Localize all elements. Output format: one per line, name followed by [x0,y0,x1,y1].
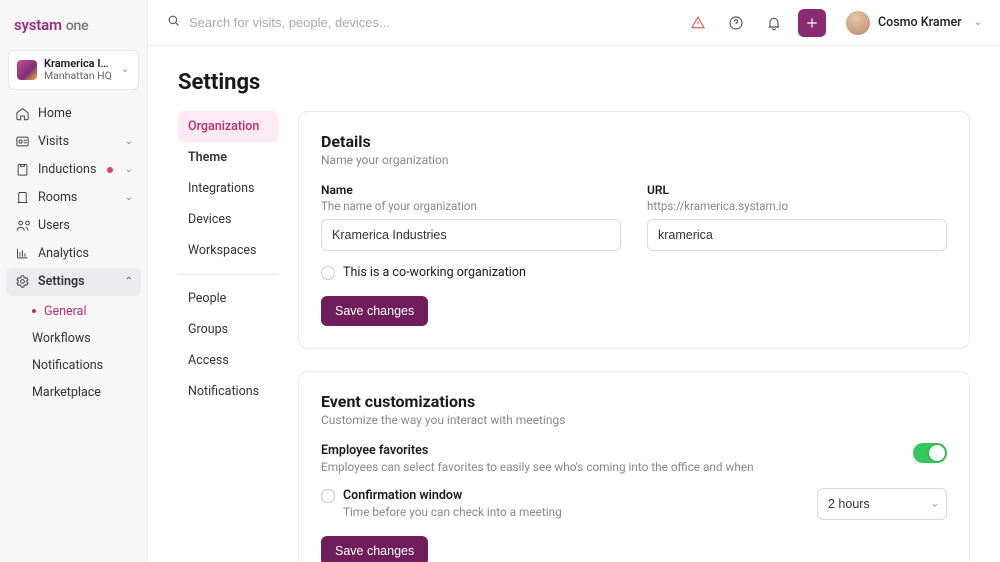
chart-icon [14,246,30,262]
subnav-label: General [44,304,87,319]
subnav-notifications[interactable]: Notifications [24,352,141,379]
org-name: Kramerica Industries [44,58,113,70]
details-title: Details [321,132,947,151]
confirmation-select-wrap: ⌄ [817,488,947,520]
nav-rooms[interactable]: Rooms ⌄ [6,184,141,212]
save-details-button[interactable]: Save changes [321,296,428,326]
sn-people[interactable]: People [178,283,278,314]
topbar-actions: Cosmo Kramer ⌄ [684,9,982,37]
sn-workspaces[interactable]: Workspaces [178,235,278,266]
topbar: Cosmo Kramer ⌄ [148,0,1000,46]
favorites-toggle[interactable] [913,443,947,463]
settings-nav: Organization Theme Integrations Devices … [178,111,278,407]
nav-label: Users [38,218,133,233]
nav-visits[interactable]: Visits ⌄ [6,128,141,156]
confirmation-title: Confirmation window [343,488,562,503]
users-icon [14,218,30,234]
favorites-desc: Employees can select favorites to easily… [321,460,754,474]
divider [178,274,278,275]
sn-organization[interactable]: Organization [178,111,278,142]
confirmation-select[interactable] [817,488,947,520]
add-button[interactable] [798,9,826,37]
chevron-down-icon: ⌄ [125,192,133,203]
nav-analytics[interactable]: Analytics [6,240,141,268]
nav-label: Inductions [38,162,99,177]
subnav-label: Notifications [32,358,103,373]
nav-label: Analytics [38,246,133,261]
events-subtitle: Customize the way you interact with meet… [321,413,947,427]
content: Settings Organization Theme Integrations… [148,46,1000,562]
subnav-label: Workflows [32,331,91,346]
nav-label: Home [38,106,133,121]
nav-label: Visits [38,134,117,149]
avatar [846,11,870,35]
name-label: Name [321,183,621,197]
sn-notifications[interactable]: Notifications [178,376,278,407]
events-card: Event customizations Customize the way y… [298,371,970,562]
subnav-marketplace[interactable]: Marketplace [24,379,141,406]
sn-integrations[interactable]: Integrations [178,173,278,204]
bell-icon[interactable] [760,9,788,37]
primary-nav: Home Visits ⌄ Inductions ⌄ Rooms ⌄ Users… [0,100,147,406]
save-events-button[interactable]: Save changes [321,536,428,562]
nav-label: Settings [38,274,117,289]
brand-main: systam [14,16,62,34]
org-location: Manhattan HQ [44,70,113,82]
confirmation-radio[interactable] [321,489,335,503]
org-avatar [17,60,37,80]
chevron-down-icon: ⌄ [974,17,982,28]
search[interactable] [166,13,674,32]
subnav-label: Marketplace [32,385,101,400]
door-icon [14,190,30,206]
coworking-label: This is a co-working organization [343,265,526,280]
search-icon [166,13,181,32]
nav-inductions[interactable]: Inductions ⌄ [6,156,141,184]
home-icon [14,106,30,122]
subnav-workflows[interactable]: Workflows [24,325,141,352]
events-title: Event customizations [321,392,947,411]
favorites-title: Employee favorites [321,443,754,458]
sidebar: systam one Kramerica Industries Manhatta… [0,0,148,562]
logo: systam one [0,8,147,46]
url-label: URL [647,183,947,197]
help-icon[interactable] [722,9,750,37]
chevron-down-icon: ⌄ [125,164,133,175]
chevron-up-icon: ⌃ [125,276,133,287]
sn-devices[interactable]: Devices [178,204,278,235]
alert-dot [107,167,113,173]
nav-settings[interactable]: Settings ⌃ [6,268,141,296]
user-name: Cosmo Kramer [878,15,962,30]
coworking-radio[interactable] [321,266,335,280]
main: Cosmo Kramer ⌄ Settings Organization The… [148,0,1000,562]
name-input[interactable] [321,219,621,251]
search-input[interactable] [189,15,674,30]
nav-users[interactable]: Users [6,212,141,240]
org-switcher[interactable]: Kramerica Industries Manhattan HQ ⌄ [8,50,139,90]
settings-subnav: General Workflows Notifications Marketpl… [6,298,141,406]
chevron-updown-icon: ⌄ [120,65,130,75]
alert-icon[interactable] [684,9,712,37]
url-help: https://kramerica.systam.io [647,199,947,213]
page-title: Settings [178,70,970,95]
nav-home[interactable]: Home [6,100,141,128]
sn-access[interactable]: Access [178,345,278,376]
clipboard-icon [14,162,30,178]
confirmation-desc: Time before you can check into a meeting [343,505,562,519]
details-card: Details Name your organization Name The … [298,111,970,349]
name-help: The name of your organization [321,199,621,213]
user-menu[interactable]: Cosmo Kramer ⌄ [846,11,982,35]
brand-sub: one [66,18,89,34]
url-input[interactable] [647,219,947,251]
chevron-down-icon: ⌄ [125,136,133,147]
subnav-general[interactable]: General [24,298,141,325]
id-icon [14,134,30,150]
sn-theme[interactable]: Theme [178,142,278,173]
details-subtitle: Name your organization [321,153,947,167]
gear-icon [14,274,30,290]
sn-groups[interactable]: Groups [178,314,278,345]
nav-label: Rooms [38,190,117,205]
bullet-icon [32,309,36,313]
